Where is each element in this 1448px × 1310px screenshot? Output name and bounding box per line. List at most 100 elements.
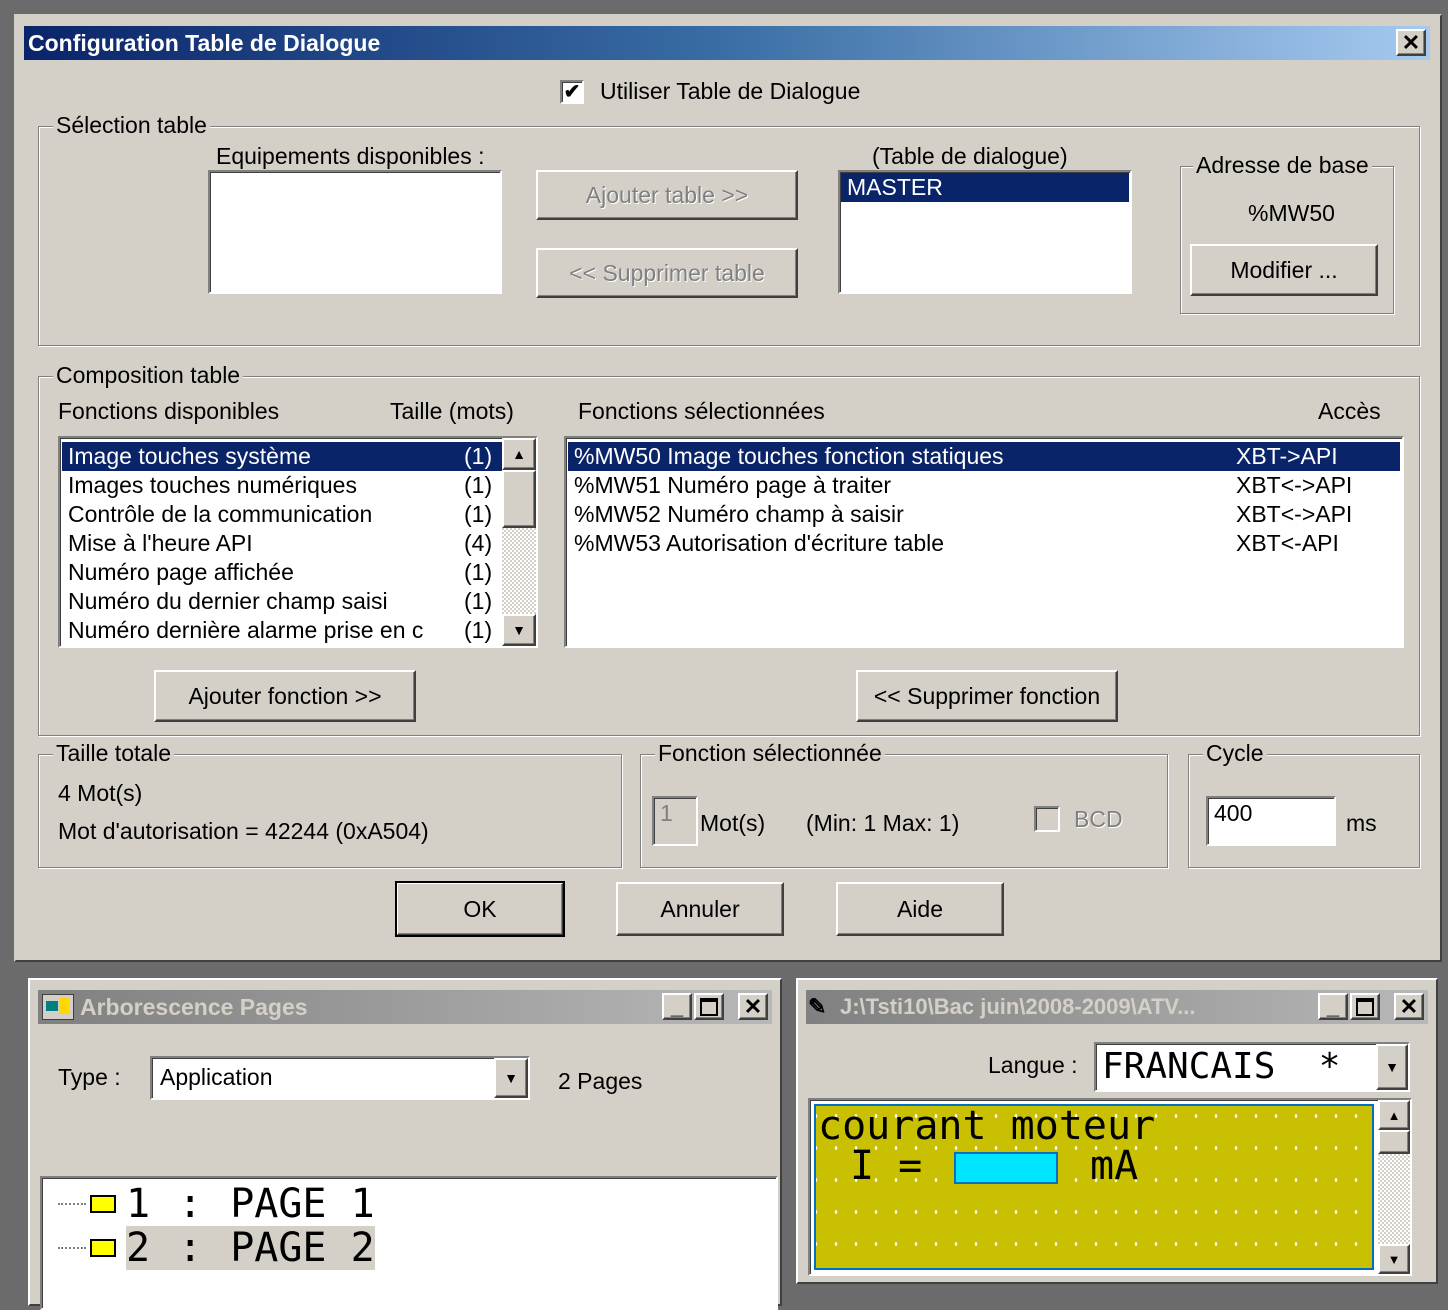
editor-app-icon: ✎ — [808, 994, 827, 1019]
function-access: XBT<->API — [1236, 472, 1353, 498]
available-functions-list[interactable]: Image touches système (1) Images touches n… — [58, 436, 538, 648]
function-name: Contrôle de la communication — [68, 501, 373, 527]
pages-close-button[interactable]: ✕ — [738, 993, 768, 1020]
function-name: %MW50 Image touches fonction statiques — [574, 443, 1004, 469]
bcd-checkbox[interactable] — [1034, 806, 1060, 832]
editor-scroll-up-button[interactable]: ▲ — [1378, 1100, 1410, 1130]
access-header: Accès — [1318, 398, 1381, 424]
editor-scroll-down-button[interactable]: ▼ — [1378, 1244, 1410, 1274]
page-label: 1: PAGE 1 — [126, 1182, 375, 1226]
lcd-input-field[interactable] — [954, 1152, 1058, 1184]
dialog-title-bar: Configuration Table de Dialogue — [24, 26, 1430, 60]
cancel-button[interactable]: Annuler — [616, 882, 784, 936]
minimize-icon: _ — [670, 993, 684, 1019]
available-function-row[interactable]: Image touches système (1) — [62, 442, 502, 471]
editor-scroll-thumb[interactable] — [1378, 1130, 1410, 1154]
available-function-row[interactable]: Numéro dernière alarme prise en c (1) — [62, 616, 502, 645]
language-dropdown-button[interactable]: ▼ — [1376, 1044, 1408, 1090]
pages-minimize-button[interactable]: _ — [662, 993, 692, 1020]
help-button[interactable]: Aide — [836, 882, 1004, 936]
function-name: %MW53 Autorisation d'écriture table — [574, 530, 945, 556]
selected-function-row[interactable]: %MW50 Image touches fonction statiques XB… — [568, 442, 1400, 471]
selected-functions-header: Fonctions sélectionnées — [578, 398, 825, 424]
scroll-down-button[interactable]: ▼ — [502, 614, 536, 646]
function-size: (1) — [464, 559, 493, 585]
page-tree-item[interactable]: 2: PAGE 2 — [58, 1226, 375, 1270]
base-address-legend: Adresse de base — [1193, 152, 1372, 179]
available-equipment-label: Equipements disponibles : — [216, 143, 485, 169]
selected-functions-list[interactable]: %MW50 Image touches fonction statiques XB… — [564, 436, 1404, 648]
add-table-button[interactable]: Ajouter table >> — [536, 170, 798, 220]
dialog-title: Configuration Table de Dialogue — [28, 29, 381, 56]
selected-function-legend: Fonction sélectionnée — [655, 740, 885, 767]
add-table-label: Ajouter table >> — [585, 181, 749, 208]
close-icon: ✕ — [743, 993, 763, 1019]
function-name: Image touches système — [68, 443, 311, 469]
available-equipment-list[interactable] — [208, 170, 502, 294]
dialog-close-button[interactable]: ✕ — [1396, 29, 1426, 56]
remove-function-button[interactable]: << Supprimer fonction — [856, 670, 1118, 722]
help-label: Aide — [896, 895, 944, 922]
use-table-checkbox[interactable]: ✔ — [560, 80, 584, 104]
add-function-label: Ajouter fonction >> — [188, 682, 382, 709]
language-select[interactable]: FRANCAIS * ▼ — [1094, 1042, 1410, 1092]
type-select-dropdown-button[interactable]: ▼ — [494, 1058, 528, 1098]
editor-maximize-button[interactable] — [1350, 993, 1380, 1020]
word-range: (Min: 1 Max: 1) — [806, 810, 960, 836]
lcd-screen[interactable]: courant moteur I = mA — [814, 1104, 1374, 1270]
cycle-input[interactable]: 400 — [1206, 796, 1336, 846]
cycle-unit: ms — [1346, 810, 1377, 836]
arrow-down-icon: ▼ — [1387, 1251, 1401, 1267]
page-separator: : — [178, 1225, 203, 1271]
word-count-field[interactable]: 1 — [652, 796, 698, 846]
add-function-button[interactable]: Ajouter fonction >> — [154, 670, 416, 722]
editor-close-button[interactable]: ✕ — [1394, 993, 1424, 1020]
available-function-row[interactable]: Images touches numériques (1) — [62, 471, 502, 500]
available-function-row[interactable]: Mise à l'heure API (4) — [62, 529, 502, 558]
selected-function-row[interactable]: %MW53 Autorisation d'écriture table XBT<-… — [568, 529, 1400, 558]
remove-table-button[interactable]: << Supprimer table — [536, 248, 798, 298]
modify-base-button[interactable]: Modifier ... — [1190, 244, 1378, 296]
page-name: PAGE 1 — [230, 1181, 375, 1227]
selection-table-legend: Sélection table — [53, 112, 210, 139]
available-function-row[interactable]: Contrôle de la communication (1) — [62, 500, 502, 529]
scroll-thumb[interactable] — [502, 470, 536, 528]
lcd-line-1: courant moteur — [818, 1103, 1156, 1149]
selected-function-row[interactable]: %MW51 Numéro page à traiter XBT<->API — [568, 471, 1400, 500]
available-function-row[interactable]: Numéro du dernier champ saisi (1) — [62, 587, 502, 616]
word-unit: Mot(s) — [700, 810, 766, 836]
scroll-up-button[interactable]: ▲ — [502, 438, 536, 470]
close-icon: ✕ — [1401, 29, 1421, 55]
page-tree-item[interactable]: 1: PAGE 1 — [58, 1182, 375, 1226]
cycle-value: 400 — [1214, 800, 1253, 826]
function-size: (1) — [464, 588, 493, 614]
language-select-value: FRANCAIS * — [1102, 1046, 1341, 1087]
function-name: Numéro page affichée — [68, 559, 294, 585]
dialog-table-item-master[interactable]: MASTER — [841, 173, 1129, 202]
auth-word: Mot d'autorisation = 42244 (0xA504) — [58, 818, 429, 844]
composition-table-legend: Composition table — [53, 362, 244, 389]
modify-base-label: Modifier ... — [1230, 256, 1338, 283]
page-label: 2: PAGE 2 — [126, 1226, 375, 1270]
dialog-table-list[interactable]: MASTER — [838, 170, 1132, 294]
selected-functions-rows: %MW50 Image touches fonction statiques XB… — [568, 442, 1400, 558]
type-select[interactable]: Application ▼ — [150, 1056, 530, 1100]
cycle-legend: Cycle — [1203, 740, 1267, 767]
available-function-row[interactable]: Numéro page affichée (1) — [62, 558, 502, 587]
function-name: %MW52 Numéro champ à saisir — [574, 501, 904, 527]
editor-minimize-button[interactable]: _ — [1318, 993, 1348, 1020]
selected-function-row[interactable]: %MW52 Numéro champ à saisir XBT<->API — [568, 500, 1400, 529]
pages-tree[interactable]: 1: PAGE 1 2: PAGE 2 — [40, 1176, 778, 1310]
ok-button[interactable]: OK — [395, 881, 565, 937]
lcd-screen-frame: courant moteur I = mA — [808, 1098, 1412, 1276]
function-size: (1) — [464, 501, 493, 527]
page-separator: : — [178, 1181, 203, 1227]
pages-maximize-button[interactable] — [694, 993, 724, 1020]
function-access: XBT->API — [1236, 443, 1338, 469]
editor-scrollbar[interactable]: ▲ ▼ — [1378, 1100, 1410, 1274]
editor-title: J:\Tsti10\Bac juin\2008-2009\ATV... — [840, 994, 1196, 1019]
page-icon — [90, 1195, 116, 1213]
remove-table-label: << Supprimer table — [569, 259, 765, 286]
cancel-label: Annuler — [660, 895, 740, 922]
available-functions-scrollbar[interactable]: ▲ ▼ — [502, 438, 536, 646]
